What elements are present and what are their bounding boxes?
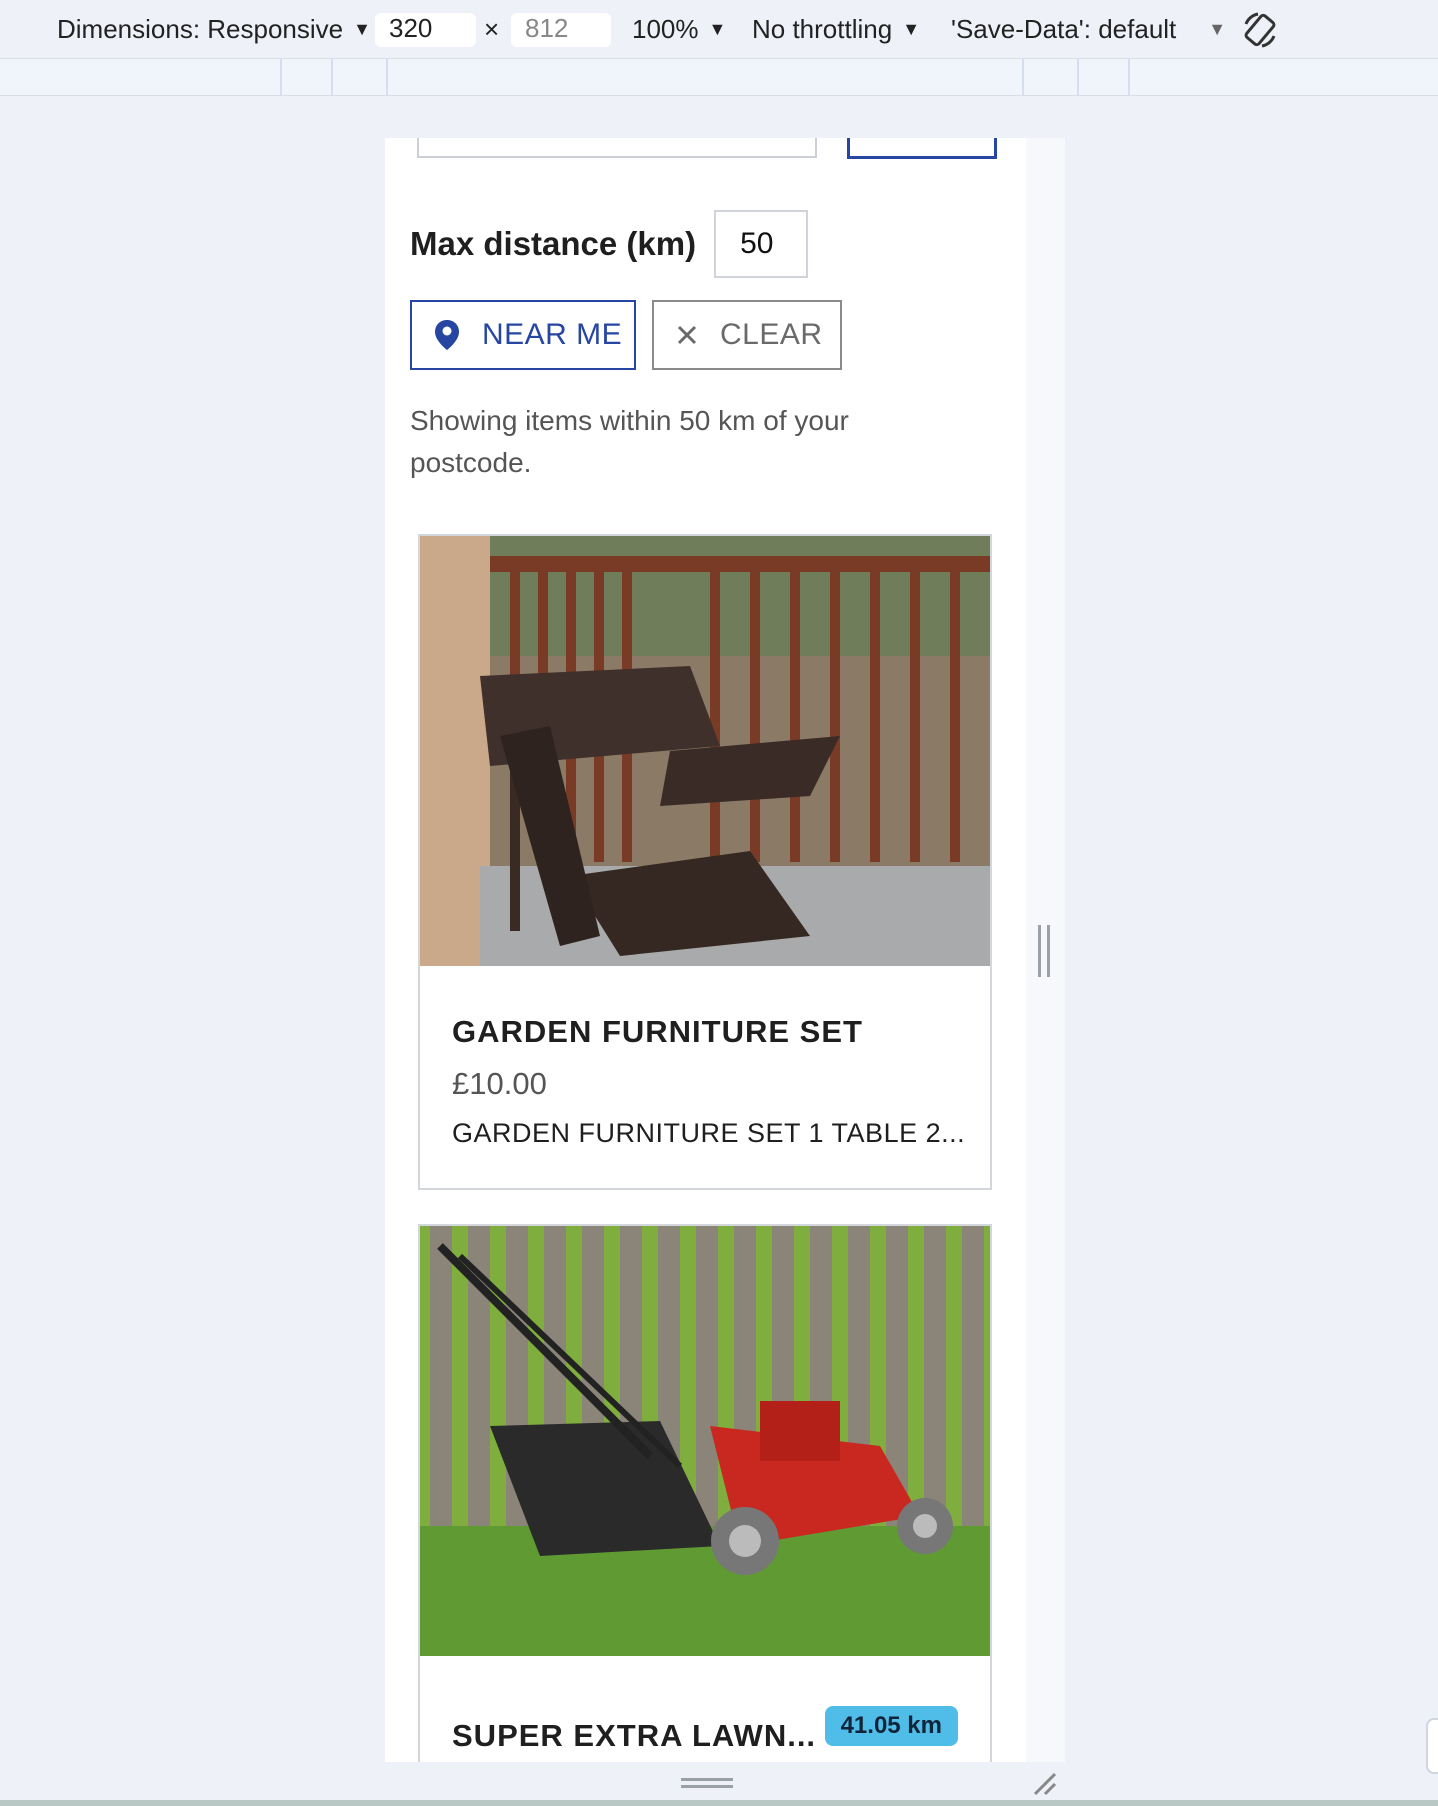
save-data-dropdown[interactable]: 'Save-Data': default ▼ — [951, 0, 1226, 58]
distance-label: Max distance (km) — [410, 225, 697, 262]
device-viewport: Max distance (km) 50 NEAR ME CLEAR Showi… — [385, 138, 1065, 1768]
dimensions-label: Dimensions: Responsive — [57, 13, 344, 44]
clear-button[interactable]: CLEAR — [652, 300, 842, 370]
ruler-divider — [1022, 59, 1024, 95]
ruler-divider — [331, 59, 333, 95]
device-toolbar: Dimensions: Responsive ▼ 320 × 812 100% … — [0, 0, 1438, 59]
listing-card[interactable]: GARDEN FURNITURE SET £10.00 GARDEN FURNI… — [418, 534, 992, 1190]
resize-corner-icon[interactable] — [1031, 1770, 1059, 1798]
caret-down-icon: ▼ — [902, 19, 921, 39]
resize-handle-bottom[interactable] — [681, 1778, 733, 1788]
ruler-divider — [280, 59, 282, 95]
ruler-divider — [1128, 59, 1130, 95]
listing-image-lawn-mower — [420, 1226, 990, 1656]
postcode-field[interactable] — [417, 138, 817, 158]
throttling-dropdown[interactable]: No throttling ▼ — [752, 0, 920, 58]
save-data-label: 'Save-Data': default — [951, 13, 1177, 44]
dimensions-dropdown[interactable]: Dimensions: Responsive ▼ — [57, 0, 371, 58]
distance-filter: Max distance (km) 50 — [410, 210, 809, 278]
listing-card[interactable]: 41.05 km SUPER EXTRA LAWN... — [418, 1224, 992, 1768]
clear-label: CLEAR — [720, 318, 823, 351]
media-query-ruler[interactable] — [0, 59, 1438, 96]
ruler-divider — [1077, 59, 1079, 95]
search-button[interactable] — [847, 138, 997, 159]
resize-handle-right[interactable] — [1038, 925, 1050, 977]
times-icon: × — [484, 13, 500, 44]
caret-down-icon: ▼ — [353, 19, 371, 39]
location-pin-icon — [435, 320, 459, 350]
near-me-label: NEAR ME — [482, 318, 623, 351]
zoom-dropdown[interactable]: 100% ▼ — [632, 0, 726, 58]
window-bottom-edge — [0, 1800, 1438, 1806]
height-input[interactable]: 812 — [511, 13, 611, 47]
near-me-button[interactable]: NEAR ME — [410, 300, 636, 370]
distance-input[interactable]: 50 — [714, 210, 809, 278]
rotate-icon[interactable] — [1240, 10, 1280, 50]
results-status: Showing items within 50 km of your postc… — [410, 405, 849, 478]
side-panel-tab[interactable] — [1426, 1718, 1438, 1774]
distance-badge: 41.05 km — [824, 1706, 958, 1746]
listing-title: SUPER EXTRA LAWN... — [452, 1718, 817, 1753]
listing-title: GARDEN FURNITURE SET — [452, 1014, 863, 1049]
throttling-label: No throttling — [752, 13, 893, 44]
listing-description: GARDEN FURNITURE SET 1 TABLE 2... — [452, 1118, 966, 1148]
caret-down-icon: ▼ — [1208, 19, 1227, 39]
close-icon — [677, 325, 697, 345]
ruler-divider — [386, 59, 388, 95]
zoom-label: 100% — [632, 13, 699, 44]
width-input[interactable]: 320 — [375, 13, 476, 47]
listing-image-garden-furniture — [420, 536, 990, 966]
listing-price: £10.00 — [452, 1066, 547, 1101]
caret-down-icon: ▼ — [708, 19, 727, 39]
